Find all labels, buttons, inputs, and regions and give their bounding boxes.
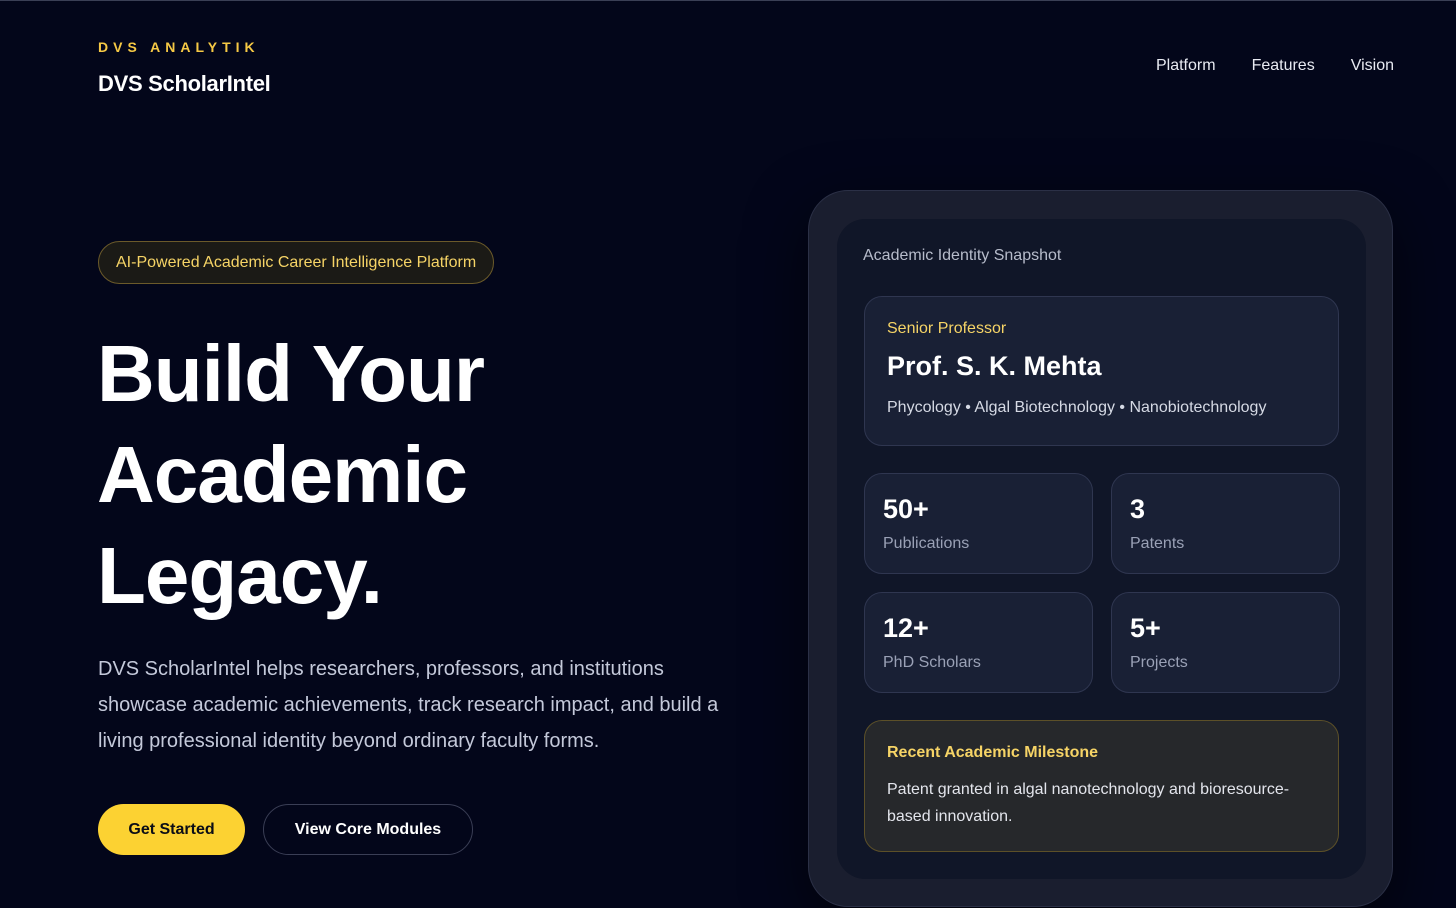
- profile-research-fields: Phycology • Algal Biotechnology • Nanobi…: [887, 399, 1267, 416]
- hero-tagline-pill: AI-Powered Academic Career Intelligence …: [98, 241, 495, 284]
- hero-title-line: Legacy.: [97, 531, 383, 620]
- top-nav: Platform Features Vision: [1156, 57, 1394, 75]
- stat-label: PhD Scholars: [883, 654, 981, 671]
- milestone-title: Recent Academic Milestone: [887, 744, 1099, 761]
- stat-card-publications: 50+ Publications: [864, 473, 1093, 574]
- stat-label: Patents: [1130, 535, 1185, 552]
- stat-card-phd-scholars: 12+ PhD Scholars: [864, 592, 1093, 693]
- nav-link-vision[interactable]: Vision: [1351, 57, 1394, 75]
- stat-value: 5+: [1130, 613, 1161, 643]
- identity-snapshot-panel: Academic Identity Snapshot Senior Profes…: [837, 219, 1366, 879]
- hero-description: DVS ScholarIntel helps researchers, prof…: [98, 658, 719, 752]
- snapshot-label: Academic Identity Snapshot: [863, 247, 1062, 264]
- stat-value: 50+: [883, 494, 929, 524]
- stat-value: 12+: [883, 613, 929, 643]
- view-core-modules-button[interactable]: View Core Modules: [263, 804, 473, 855]
- stat-value: 3: [1130, 494, 1146, 524]
- recent-milestone-card: Recent Academic Milestone Patent granted…: [864, 720, 1339, 852]
- profile-role: Senior Professor: [887, 320, 1007, 337]
- landing-page: DVS ANALYTIK DVS ScholarIntel Platform F…: [0, 0, 1456, 908]
- hero-title-line: Build Your: [97, 329, 485, 418]
- nav-link-features[interactable]: Features: [1252, 57, 1315, 75]
- brand-eyebrow: DVS ANALYTIK: [98, 39, 260, 55]
- get-started-button[interactable]: Get Started: [98, 804, 245, 855]
- brand-logo-name[interactable]: DVS ScholarIntel: [98, 71, 271, 97]
- stat-card-patents: 3 Patents: [1111, 473, 1340, 574]
- stat-card-projects: 5+ Projects: [1111, 592, 1340, 693]
- profile-name: Prof. S. K. Mehta: [887, 351, 1102, 381]
- hero-title: Build Your Academic Legacy.: [97, 323, 485, 626]
- stat-label: Publications: [883, 535, 970, 552]
- identity-snapshot-card: Academic Identity Snapshot Senior Profes…: [808, 190, 1393, 907]
- nav-link-platform[interactable]: Platform: [1156, 57, 1216, 75]
- hero-title-line: Academic: [97, 430, 468, 519]
- profile-summary: Senior Professor Prof. S. K. Mehta Phyco…: [864, 296, 1339, 446]
- stat-label: Projects: [1130, 654, 1188, 671]
- milestone-text: Patent granted in algal nanotechnology a…: [887, 781, 1290, 825]
